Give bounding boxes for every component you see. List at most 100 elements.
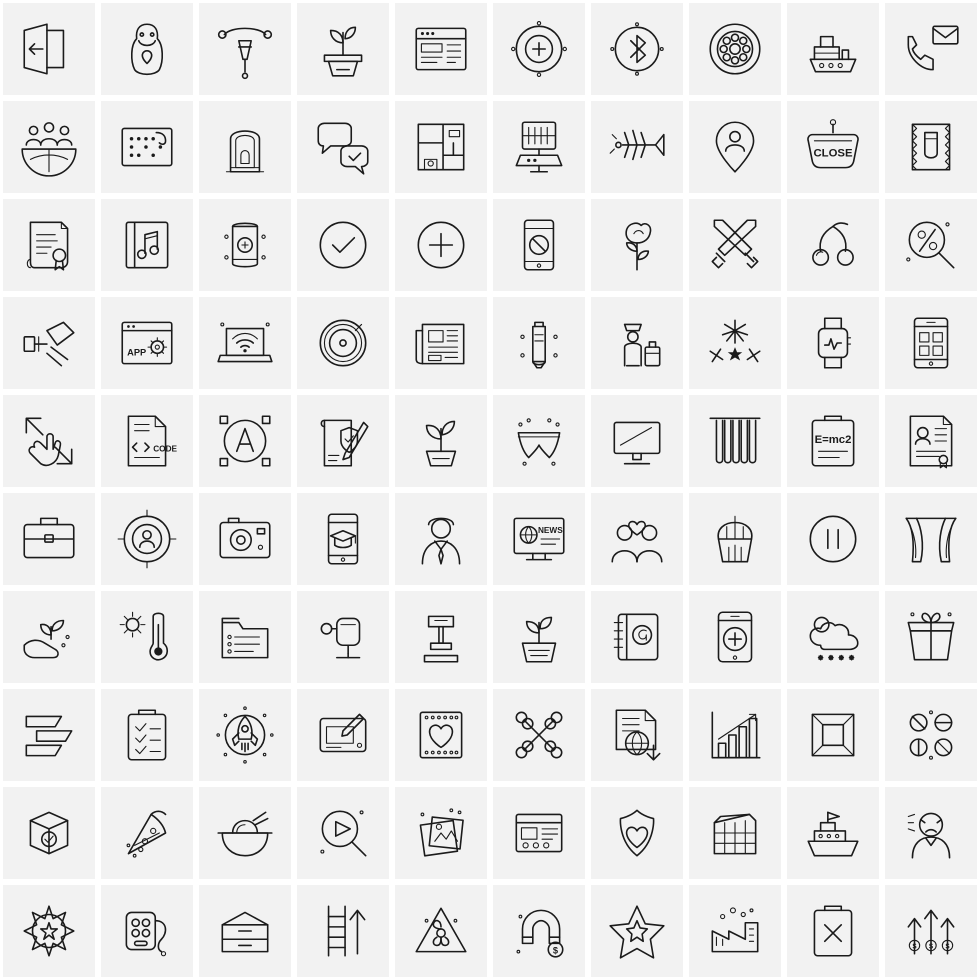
vintage-camera-icon[interactable] xyxy=(196,490,294,588)
phone-mail-icon[interactable] xyxy=(882,0,980,98)
magnet-money-icon[interactable]: $ xyxy=(490,882,588,980)
design-tablet-icon[interactable] xyxy=(294,686,392,784)
video-search-icon[interactable] xyxy=(294,784,392,882)
news-monitor-icon[interactable]: NEWS xyxy=(490,490,588,588)
apartment-building-icon[interactable] xyxy=(686,784,784,882)
resume-document-icon[interactable] xyxy=(882,392,980,490)
curtain-blinds-icon[interactable] xyxy=(686,392,784,490)
plus-circle-icon[interactable] xyxy=(392,196,490,294)
underwear-icon[interactable] xyxy=(490,392,588,490)
desktop-monitor-icon[interactable] xyxy=(588,392,686,490)
bluetooth-icon[interactable] xyxy=(588,0,686,98)
matryoshka-doll-icon[interactable] xyxy=(98,0,196,98)
flower-circle-icon[interactable] xyxy=(686,0,784,98)
factory-pollution-icon[interactable] xyxy=(686,882,784,980)
exit-left-arrow-icon[interactable] xyxy=(0,0,98,98)
verified-package-icon[interactable] xyxy=(0,784,98,882)
traveler-luggage-icon[interactable] xyxy=(588,294,686,392)
vinyl-record-icon[interactable] xyxy=(294,294,392,392)
growth-bar-chart-icon[interactable] xyxy=(686,686,784,784)
gift-box-icon[interactable] xyxy=(882,588,980,686)
thermometer-sun-icon[interactable] xyxy=(98,588,196,686)
code-file-icon[interactable]: CODE xyxy=(98,392,196,490)
cream-tube-icon[interactable] xyxy=(490,294,588,392)
pinch-zoom-gesture-icon[interactable] xyxy=(0,392,98,490)
stage-curtain-icon[interactable] xyxy=(882,490,980,588)
mobile-shop-icon[interactable] xyxy=(882,294,980,392)
plant-pot-sprout-icon[interactable] xyxy=(490,588,588,686)
check-circle-icon[interactable] xyxy=(294,196,392,294)
businessman-avatar-icon[interactable] xyxy=(392,490,490,588)
user-location-pin-icon[interactable] xyxy=(686,98,784,196)
app-settings-icon[interactable]: APP xyxy=(98,294,196,392)
clipboard-checklist-icon[interactable] xyxy=(98,686,196,784)
discount-search-icon[interactable] xyxy=(882,196,980,294)
couple-love-icon[interactable] xyxy=(588,490,686,588)
physics-clipboard-icon[interactable]: E=mc2 xyxy=(784,392,882,490)
framed-picture-icon[interactable] xyxy=(784,686,882,784)
address-book-icon[interactable] xyxy=(588,588,686,686)
laptop-wifi-icon[interactable] xyxy=(196,294,294,392)
phone-blocked-icon[interactable] xyxy=(490,196,588,294)
game-controller-icon[interactable] xyxy=(98,882,196,980)
chat-approved-icon[interactable] xyxy=(294,98,392,196)
cloud-snow-icon[interactable] xyxy=(784,588,882,686)
noodle-bowl-icon[interactable] xyxy=(196,784,294,882)
drawer-cabinet-icon[interactable] xyxy=(196,882,294,980)
secure-document-pen-icon[interactable] xyxy=(294,392,392,490)
certificate-scroll-icon[interactable] xyxy=(0,196,98,294)
ship-icon[interactable] xyxy=(784,0,882,98)
web-layout-icon[interactable] xyxy=(490,784,588,882)
zigzag-stairs-icon[interactable] xyxy=(0,686,98,784)
cruise-ship-icon[interactable] xyxy=(784,784,882,882)
global-document-icon[interactable] xyxy=(588,686,686,784)
pizza-slice-icon[interactable] xyxy=(98,784,196,882)
checklist-folder-icon[interactable] xyxy=(196,588,294,686)
money-growth-arrows-icon[interactable]: $ $ $ xyxy=(882,882,980,980)
braille-card-icon[interactable] xyxy=(98,98,196,196)
ladder-up-arrow-icon[interactable] xyxy=(294,882,392,980)
sheriff-badge-icon[interactable] xyxy=(0,882,98,980)
briefcase-icon[interactable] xyxy=(0,490,98,588)
mobile-medical-icon[interactable] xyxy=(686,588,784,686)
growing-plant-icon[interactable] xyxy=(392,392,490,490)
mobile-graduation-icon[interactable] xyxy=(294,490,392,588)
hand-plant-care-icon[interactable] xyxy=(0,588,98,686)
close-sign-icon[interactable]: CLOSE xyxy=(784,98,882,196)
target-audience-icon[interactable] xyxy=(98,490,196,588)
soda-can-icon[interactable] xyxy=(196,196,294,294)
photo-gallery-icon[interactable] xyxy=(392,784,490,882)
pen-tool-node-icon[interactable] xyxy=(196,0,294,98)
browser-window-icon[interactable] xyxy=(392,0,490,98)
pause-circle-icon[interactable] xyxy=(784,490,882,588)
add-circle-target-icon[interactable] xyxy=(490,0,588,98)
crossed-swords-icon[interactable] xyxy=(686,196,784,294)
rocket-launch-circle-icon[interactable] xyxy=(196,686,294,784)
heart-shield-icon[interactable] xyxy=(588,784,686,882)
star-favorite-icon[interactable] xyxy=(588,882,686,980)
gavel-auction-icon[interactable] xyxy=(392,588,490,686)
angry-man-icon[interactable] xyxy=(882,784,980,882)
fireworks-icon[interactable] xyxy=(686,294,784,392)
fish-bone-icon[interactable] xyxy=(588,98,686,196)
pills-medicine-icon[interactable] xyxy=(882,686,980,784)
condom-pack-icon[interactable] xyxy=(882,98,980,196)
music-book-icon[interactable] xyxy=(98,196,196,294)
global-team-icon[interactable] xyxy=(0,98,98,196)
love-card-icon[interactable] xyxy=(392,686,490,784)
cherries-icon[interactable] xyxy=(784,196,882,294)
font-vector-icon[interactable] xyxy=(196,392,294,490)
server-rack-icon[interactable] xyxy=(490,98,588,196)
blood-bag-stand-icon[interactable] xyxy=(294,588,392,686)
clipboard-cross-icon[interactable] xyxy=(784,882,882,980)
paint-roller-icon[interactable] xyxy=(0,294,98,392)
biohazard-warning-icon[interactable] xyxy=(392,882,490,980)
newspaper-icon[interactable] xyxy=(392,294,490,392)
potted-plant-icon[interactable] xyxy=(294,0,392,98)
cupcake-icon[interactable] xyxy=(686,490,784,588)
rose-flower-icon[interactable] xyxy=(588,196,686,294)
floor-plan-icon[interactable] xyxy=(392,98,490,196)
smart-watch-icon[interactable] xyxy=(784,294,882,392)
prayer-rug-icon[interactable] xyxy=(196,98,294,196)
crossed-bones-icon[interactable] xyxy=(490,686,588,784)
